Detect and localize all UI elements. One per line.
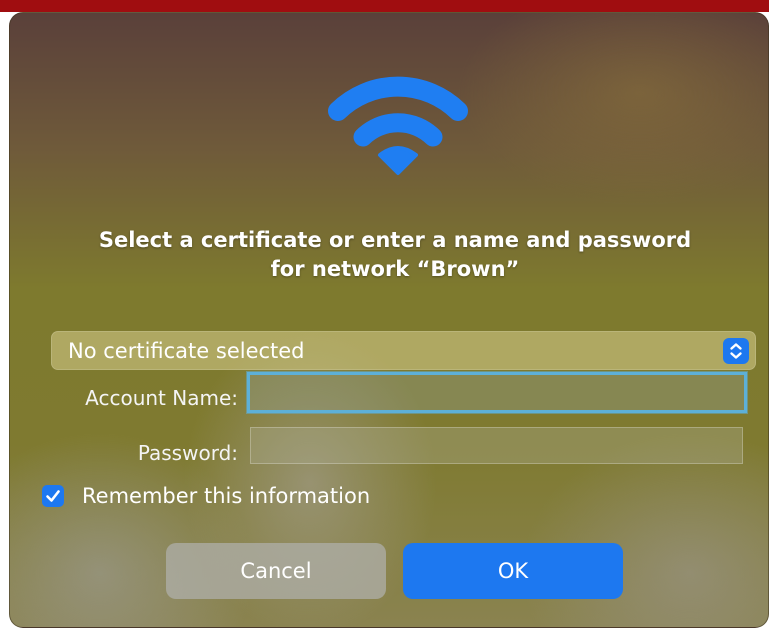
password-field[interactable] — [250, 427, 743, 464]
ok-button[interactable]: OK — [403, 543, 623, 599]
remember-label[interactable]: Remember this information — [82, 482, 370, 510]
wifi-icon — [328, 76, 468, 175]
dialog-title-line-1: Select a certificate or enter a name and… — [98, 228, 692, 252]
wifi-login-dialog: Select a certificate or enter a name and… — [9, 12, 769, 628]
password-label: Password: — [137, 441, 238, 465]
account-name-field[interactable] — [247, 372, 747, 413]
dialog-title-line-2: for network “Brown” — [270, 257, 520, 281]
cancel-button[interactable]: Cancel — [166, 543, 386, 599]
dialog-title: Select a certificate or enter a name and… — [50, 226, 740, 284]
account-name-label: Account Name: — [85, 386, 238, 410]
remember-checkbox[interactable] — [42, 485, 64, 507]
window-top-edge — [0, 0, 769, 12]
certificate-select-value: No certificate selected — [68, 339, 305, 363]
checkmark-icon — [46, 490, 60, 502]
certificate-select[interactable]: No certificate selected — [51, 331, 756, 370]
stepper-chevrons-icon[interactable] — [723, 338, 749, 364]
